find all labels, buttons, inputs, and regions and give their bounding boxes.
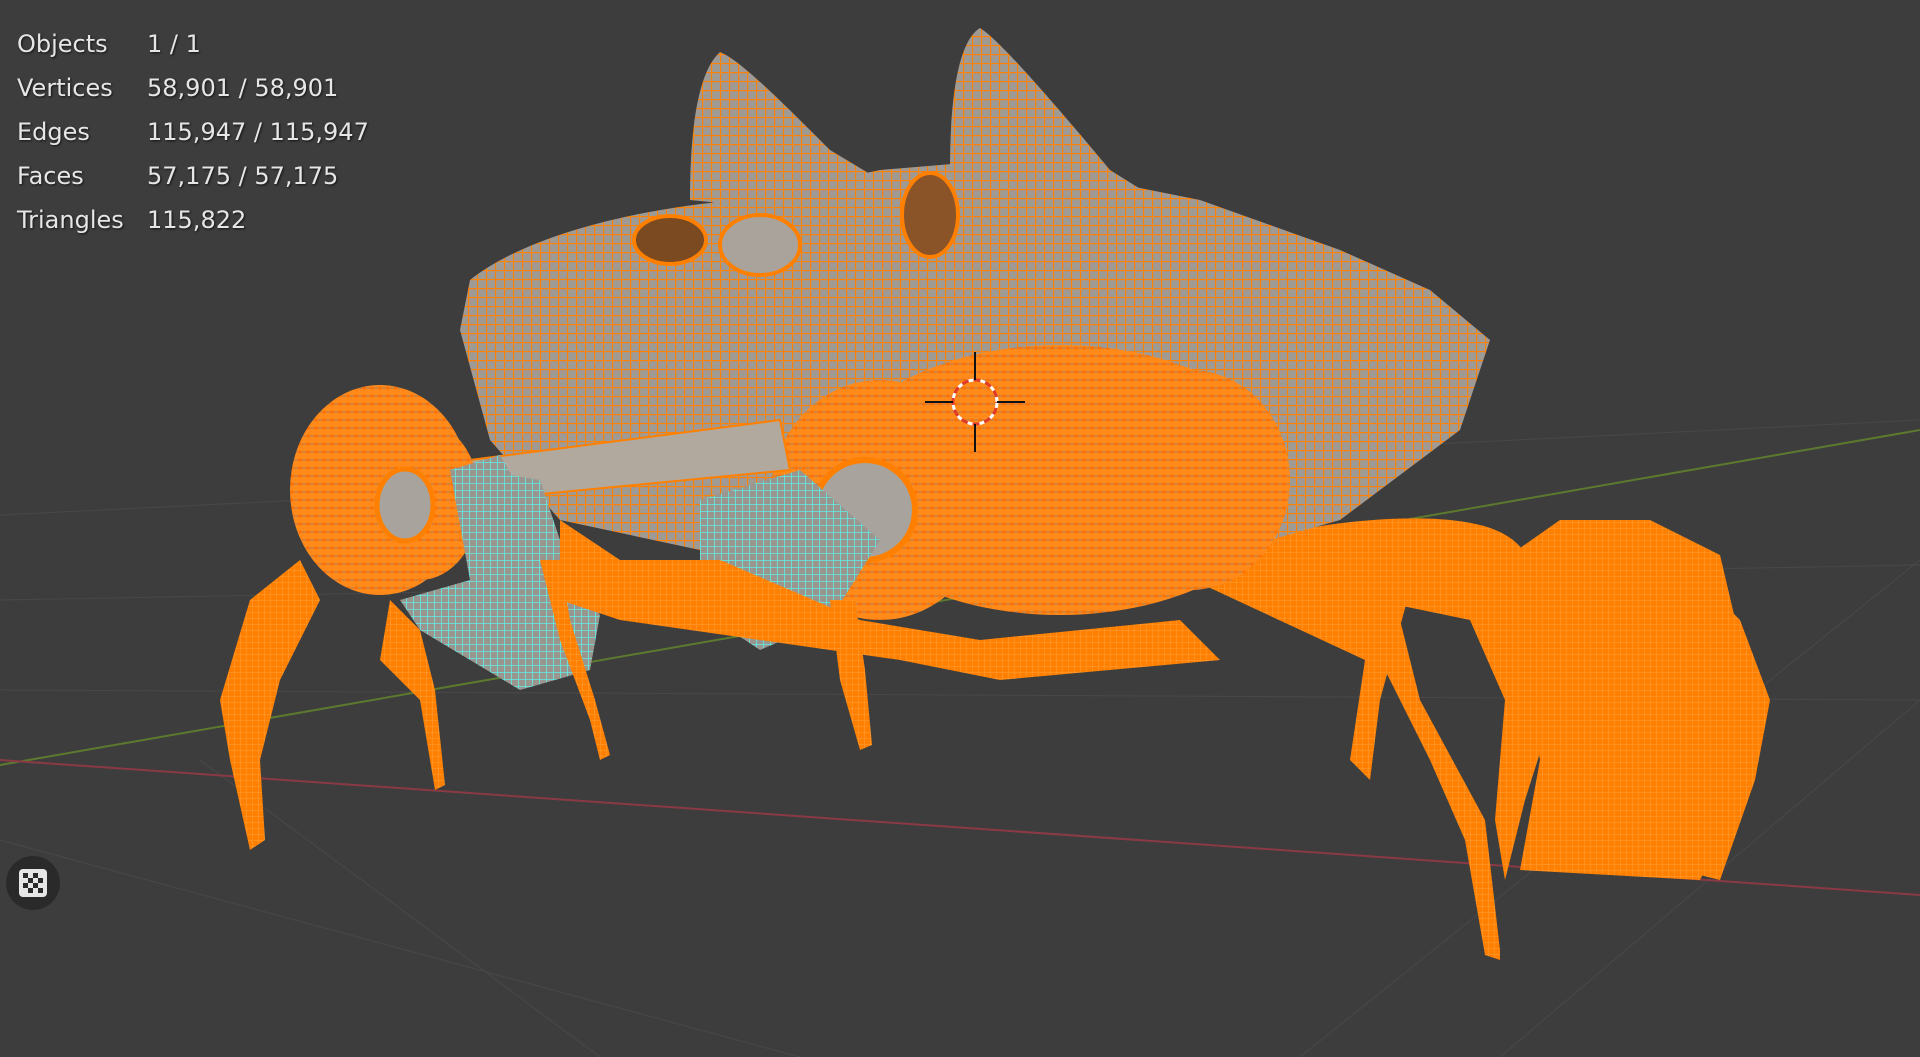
stat-row-objects: Objects 1 / 1 [17, 22, 369, 66]
stat-label: Triangles [17, 206, 124, 234]
checker-icon [19, 869, 47, 897]
crab-mesh [220, 28, 1770, 960]
stat-label: Faces [17, 162, 84, 190]
stat-value: 115,822 [147, 206, 247, 234]
shading-toggle-button[interactable] [6, 856, 60, 910]
stat-value: 57,175 / 57,175 [147, 162, 339, 190]
stat-value: 1 / 1 [147, 30, 201, 58]
stat-row-edges: Edges 115,947 / 115,947 [17, 110, 369, 154]
statistics-overlay: Objects 1 / 1 Vertices 58,901 / 58,901 E… [17, 22, 369, 242]
stat-row-triangles: Triangles 115,822 [17, 198, 369, 242]
3d-viewport[interactable]: Objects 1 / 1 Vertices 58,901 / 58,901 E… [0, 0, 1920, 1057]
stat-label: Edges [17, 118, 90, 146]
stat-value: 58,901 / 58,901 [147, 74, 339, 102]
stat-row-vertices: Vertices 58,901 / 58,901 [17, 66, 369, 110]
stat-row-faces: Faces 57,175 / 57,175 [17, 154, 369, 198]
stat-label: Vertices [17, 74, 113, 102]
stat-value: 115,947 / 115,947 [147, 118, 369, 146]
stat-label: Objects [17, 30, 108, 58]
